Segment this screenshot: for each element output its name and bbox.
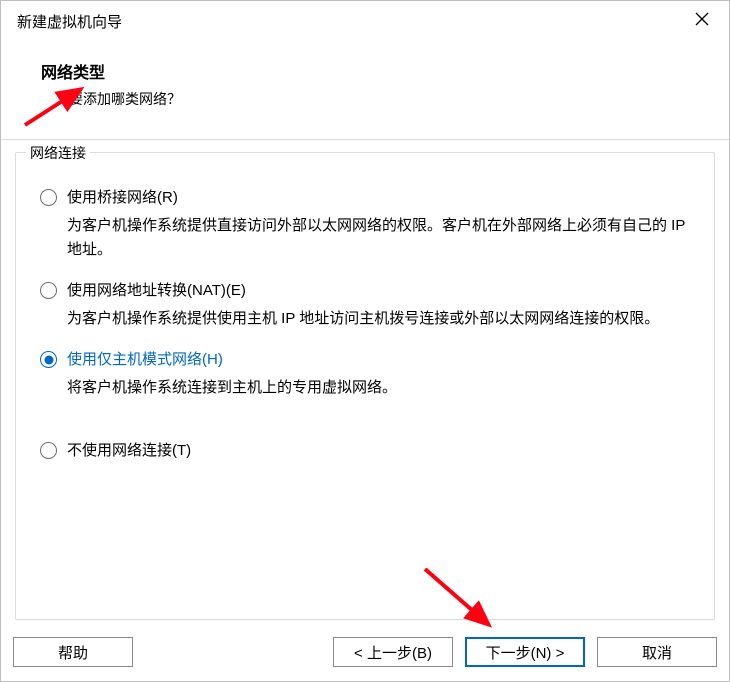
cancel-button[interactable]: 取消	[597, 637, 717, 667]
option-none: 不使用网络连接(T)	[40, 440, 690, 461]
page-title: 网络类型	[41, 59, 729, 83]
wizard-body: 网络连接 使用桥接网络(R) 为客户机操作系统提供直接访问外部以太网网络的权限。…	[1, 140, 729, 627]
radio-nat-desc: 为客户机操作系统提供使用主机 IP 地址访问主机拨号连接或外部以太网网络连接的权…	[67, 307, 687, 331]
option-nat: 使用网络地址转换(NAT)(E) 为客户机操作系统提供使用主机 IP 地址访问主…	[40, 280, 690, 331]
wizard-header: 网络类型 要添加哪类网络？	[1, 41, 729, 140]
radio-bridged-label[interactable]: 使用桥接网络(R)	[67, 187, 178, 208]
window-title: 新建虚拟机向导	[17, 11, 122, 32]
wizard-window: 新建虚拟机向导 网络类型 要添加哪类网络？ 网络连接 使用桥接网络(R) 为客户…	[0, 0, 730, 682]
radio-none[interactable]	[40, 442, 57, 459]
help-button[interactable]: 帮助	[13, 637, 133, 667]
radio-hostonly[interactable]	[40, 351, 57, 368]
next-button[interactable]: 下一步(N) >	[465, 637, 585, 667]
back-button[interactable]: < 上一步(B)	[333, 637, 453, 667]
page-subtitle: 要添加哪类网络？	[69, 89, 729, 109]
option-hostonly: 使用仅主机模式网络(H) 将客户机操作系统连接到主机上的专用虚拟网络。	[40, 349, 690, 400]
radio-none-label[interactable]: 不使用网络连接(T)	[67, 440, 191, 461]
radio-hostonly-desc: 将客户机操作系统连接到主机上的专用虚拟网络。	[67, 376, 687, 400]
radio-nat[interactable]	[40, 282, 57, 299]
radio-hostonly-label[interactable]: 使用仅主机模式网络(H)	[67, 349, 223, 370]
radio-bridged[interactable]	[40, 189, 57, 206]
network-connection-group: 网络连接 使用桥接网络(R) 为客户机操作系统提供直接访问外部以太网网络的权限。…	[15, 152, 715, 620]
group-legend: 网络连接	[26, 143, 90, 163]
wizard-footer: 帮助 < 上一步(B) 下一步(N) > 取消	[1, 627, 729, 681]
radio-nat-label[interactable]: 使用网络地址转换(NAT)(E)	[67, 280, 246, 301]
close-icon	[695, 12, 709, 30]
titlebar: 新建虚拟机向导	[1, 1, 729, 41]
close-button[interactable]	[685, 7, 719, 35]
option-bridged: 使用桥接网络(R) 为客户机操作系统提供直接访问外部以太网网络的权限。客户机在外…	[40, 187, 690, 262]
radio-bridged-desc: 为客户机操作系统提供直接访问外部以太网网络的权限。客户机在外部网络上必须有自己的…	[67, 214, 687, 262]
